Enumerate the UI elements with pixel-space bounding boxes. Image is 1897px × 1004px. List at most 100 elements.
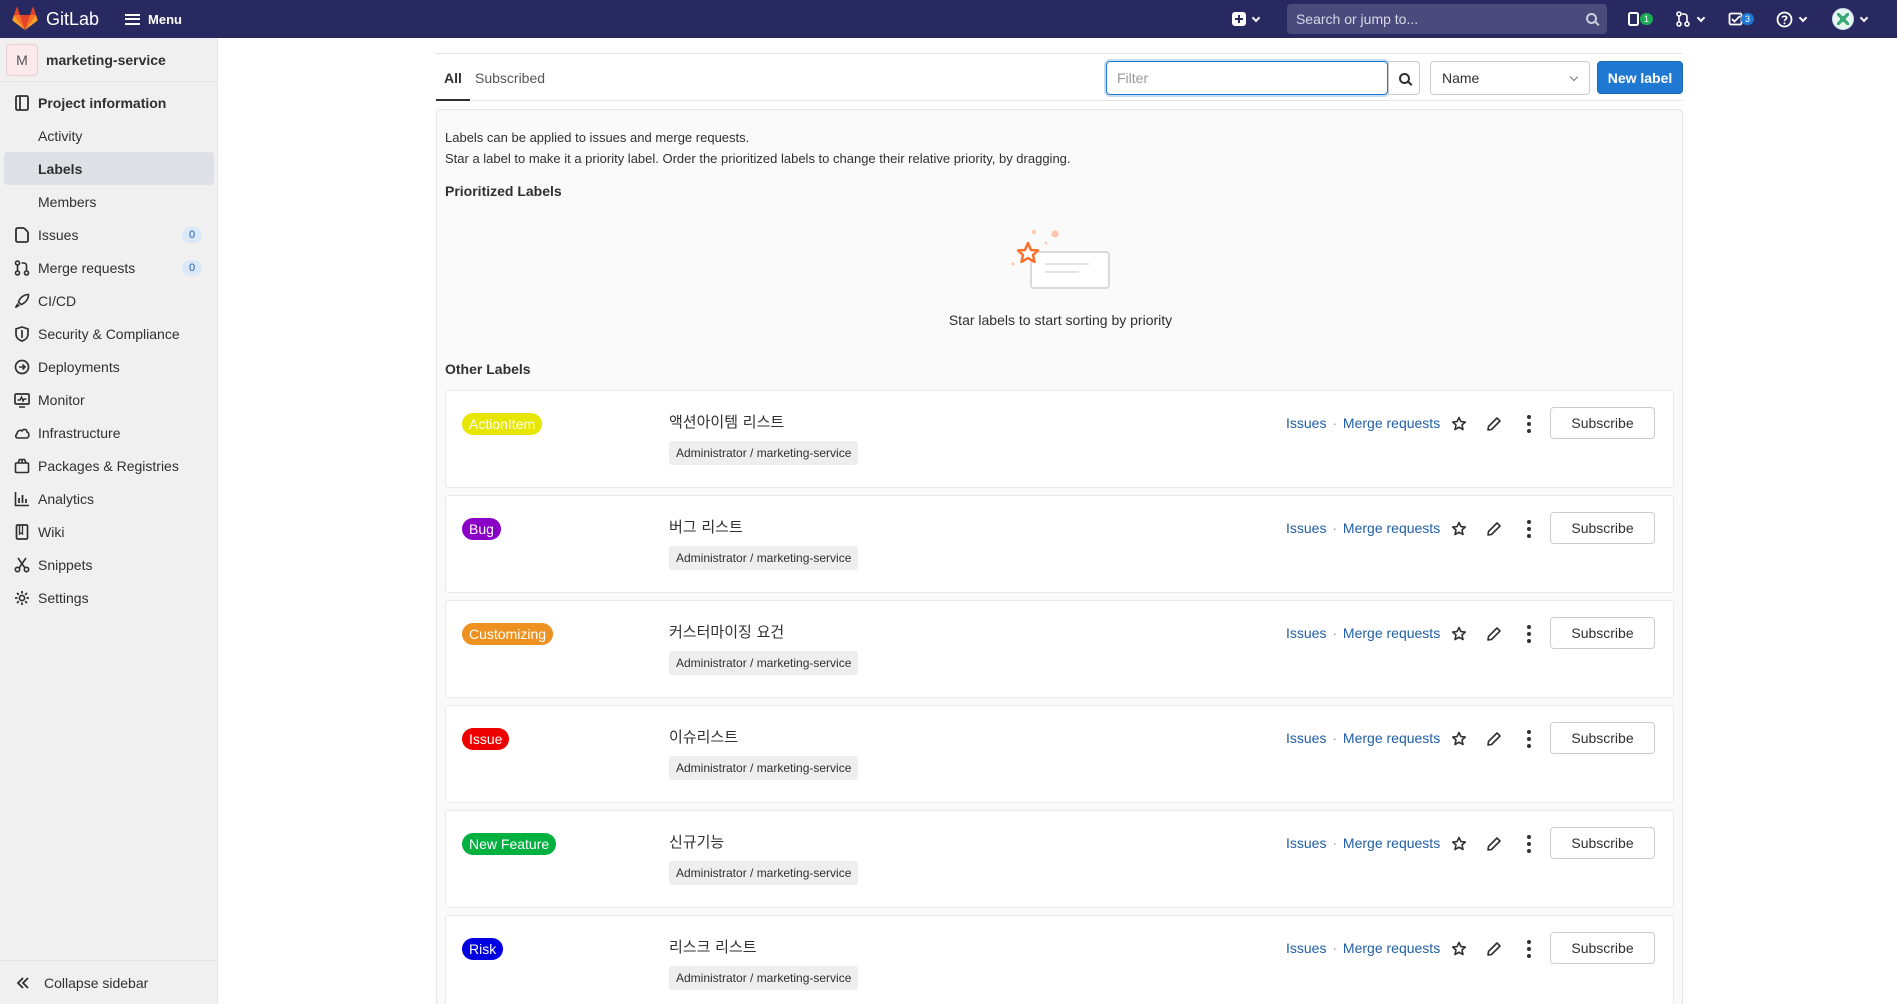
- sidebar-item-settings[interactable]: Settings: [0, 581, 218, 614]
- link-separator: ·: [1332, 835, 1338, 851]
- label-merge-requests-link[interactable]: Merge requests: [1343, 730, 1440, 746]
- pencil-icon[interactable]: [1485, 520, 1503, 538]
- kebab-menu-icon[interactable]: [1520, 835, 1538, 853]
- sidebar-project-header[interactable]: M marketing-service: [0, 38, 217, 82]
- label-merge-requests-link[interactable]: Merge requests: [1343, 940, 1440, 956]
- scissors-icon: [14, 557, 30, 573]
- sidebar-item-infrastructure[interactable]: Infrastructure: [0, 416, 218, 449]
- merge-requests-nav-button[interactable]: [1675, 11, 1706, 27]
- label-merge-requests-link[interactable]: Merge requests: [1343, 520, 1440, 536]
- label-pill[interactable]: ActionItem: [462, 413, 543, 435]
- top-navbar: GitLab Menu Search or jump to... 1 3: [0, 0, 1897, 38]
- search-placeholder: Search or jump to...: [1295, 11, 1419, 27]
- search-input[interactable]: Search or jump to...: [1286, 4, 1607, 34]
- user-menu-button[interactable]: [1832, 8, 1869, 30]
- new-label-button[interactable]: New label: [1597, 61, 1683, 94]
- label-merge-requests-link[interactable]: Merge requests: [1343, 625, 1440, 641]
- help-dropdown-button[interactable]: [1776, 11, 1808, 28]
- sidebar-item-merge-requests[interactable]: Merge requests 0: [0, 251, 218, 284]
- issues-count-pill: 0: [182, 226, 202, 243]
- label-pill[interactable]: Risk: [462, 938, 504, 960]
- gitlab-logo[interactable]: GitLab: [12, 7, 99, 31]
- label-pill[interactable]: Customizing: [462, 623, 554, 645]
- kebab-menu-icon[interactable]: [1520, 940, 1538, 958]
- subscribe-button[interactable]: Subscribe: [1550, 722, 1655, 754]
- label-project-path: Administrator / marketing-service: [669, 651, 859, 675]
- sidebar-item-label: Wiki: [38, 523, 65, 540]
- sidebar-item-wiki[interactable]: Wiki: [0, 515, 218, 548]
- sidebar-item-issues[interactable]: Issues 0: [0, 218, 218, 251]
- sort-dropdown[interactable]: Name: [1430, 61, 1590, 95]
- label-merge-requests-link[interactable]: Merge requests: [1343, 835, 1440, 851]
- label-issues-link[interactable]: Issues: [1286, 940, 1326, 956]
- label-project-path: Administrator / marketing-service: [669, 441, 859, 465]
- merge-request-icon: [14, 259, 30, 276]
- star-icon[interactable]: [1450, 730, 1468, 748]
- sidebar-item-ci-cd[interactable]: CI/CD: [0, 284, 218, 317]
- issues-nav-button[interactable]: 1: [1627, 11, 1653, 27]
- sidebar-item-snippets[interactable]: Snippets: [0, 548, 218, 581]
- label-pill[interactable]: Bug: [462, 518, 501, 540]
- kebab-menu-icon[interactable]: [1520, 625, 1538, 643]
- subscribe-button[interactable]: Subscribe: [1550, 512, 1655, 544]
- label-pill[interactable]: Issue: [462, 728, 510, 750]
- label-project-path: Administrator / marketing-service: [669, 861, 859, 885]
- label-merge-requests-link[interactable]: Merge requests: [1343, 415, 1440, 431]
- tab-all[interactable]: All: [436, 54, 470, 101]
- plus-square-icon: [1231, 12, 1246, 26]
- chevron-down-icon: [1251, 13, 1261, 22]
- label-project-path: Administrator / marketing-service: [669, 966, 859, 990]
- sidebar-item-label: Labels: [38, 160, 83, 177]
- pencil-icon[interactable]: [1485, 835, 1503, 853]
- sidebar-item-activity[interactable]: Activity: [0, 119, 218, 152]
- star-icon[interactable]: [1450, 835, 1468, 853]
- kebab-menu-icon[interactable]: [1520, 415, 1538, 433]
- kebab-menu-icon[interactable]: [1520, 520, 1538, 538]
- subscribe-button[interactable]: Subscribe: [1550, 932, 1655, 964]
- filter-input[interactable]: [1106, 61, 1388, 95]
- sidebar-item-security[interactable]: Security & Compliance: [0, 317, 218, 350]
- label-issues-link[interactable]: Issues: [1286, 520, 1326, 536]
- star-icon[interactable]: [1450, 625, 1468, 643]
- chevron-down-icon: [1859, 13, 1869, 22]
- merge-request-icon: [1676, 11, 1690, 27]
- pencil-icon[interactable]: [1485, 940, 1503, 958]
- user-avatar: [1832, 8, 1854, 30]
- pencil-icon[interactable]: [1485, 415, 1503, 433]
- star-icon[interactable]: [1450, 940, 1468, 958]
- label-row: ActionItem 액션아이템 리스트 Administrator / mar…: [445, 390, 1674, 488]
- new-dropdown-button[interactable]: [1231, 12, 1261, 26]
- label-links: Issues · Merge requests: [1286, 520, 1440, 536]
- sidebar-item-monitor[interactable]: Monitor: [0, 383, 218, 416]
- sidebar-item-members[interactable]: Members: [0, 185, 218, 218]
- label-issues-link[interactable]: Issues: [1286, 730, 1326, 746]
- collapse-sidebar-label: Collapse sidebar: [44, 974, 149, 991]
- empty-priority-illustration: [1011, 230, 1110, 289]
- todos-nav-button[interactable]: 3: [1728, 11, 1754, 27]
- label-links: Issues · Merge requests: [1286, 415, 1440, 431]
- filter-search-button[interactable]: [1388, 61, 1420, 95]
- label-issues-link[interactable]: Issues: [1286, 625, 1326, 641]
- tab-subscribed[interactable]: Subscribed: [475, 54, 545, 101]
- star-icon[interactable]: [1450, 415, 1468, 433]
- sidebar-item-packages[interactable]: Packages & Registries: [0, 449, 218, 482]
- menu-button[interactable]: Menu: [125, 12, 182, 27]
- kebab-menu-icon[interactable]: [1520, 730, 1538, 748]
- label-project-path: Administrator / marketing-service: [669, 546, 859, 570]
- subscribe-button[interactable]: Subscribe: [1550, 407, 1655, 439]
- link-separator: ·: [1332, 940, 1338, 956]
- subscribe-button[interactable]: Subscribe: [1550, 617, 1655, 649]
- subscribe-button[interactable]: Subscribe: [1550, 827, 1655, 859]
- label-issues-link[interactable]: Issues: [1286, 415, 1326, 431]
- sidebar-item-deployments[interactable]: Deployments: [0, 350, 218, 383]
- sidebar-item-analytics[interactable]: Analytics: [0, 482, 218, 515]
- collapse-sidebar-button[interactable]: Collapse sidebar: [0, 960, 218, 1004]
- star-icon[interactable]: [1450, 520, 1468, 538]
- label-description: 리스크 리스트: [669, 938, 757, 956]
- label-issues-link[interactable]: Issues: [1286, 835, 1326, 851]
- sidebar-item-project-information[interactable]: Project information: [0, 86, 218, 119]
- sidebar-item-labels[interactable]: Labels: [4, 152, 214, 185]
- label-pill[interactable]: New Feature: [462, 833, 557, 855]
- pencil-icon[interactable]: [1485, 625, 1503, 643]
- pencil-icon[interactable]: [1485, 730, 1503, 748]
